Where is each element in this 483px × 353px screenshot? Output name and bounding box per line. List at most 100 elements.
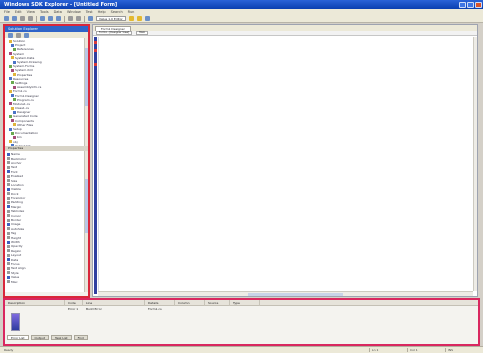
- breakpoint-marker[interactable]: [94, 63, 97, 66]
- property-icon: [7, 280, 10, 284]
- tree-scrollbar[interactable]: [84, 38, 88, 146]
- editor-canvas[interactable]: [98, 37, 472, 291]
- editor-horizontal-thumb[interactable]: [248, 293, 343, 296]
- window-title: Windows SDK Explorer - [Untitled Form]: [4, 1, 118, 8]
- tree-item-icon: [13, 123, 16, 127]
- property-label: BackColor: [11, 156, 27, 161]
- status-text: Ready: [4, 348, 14, 352]
- property-icon: [7, 152, 10, 156]
- property-label: Misc: [11, 279, 18, 284]
- tree-item-icon: [11, 144, 14, 146]
- property-label: Size: [11, 178, 18, 183]
- view-code-icon[interactable]: [24, 32, 29, 38]
- property-label: Image: [11, 222, 21, 227]
- property-icon: [7, 174, 10, 178]
- property-row[interactable]: Misc: [7, 279, 88, 284]
- property-label: Margin: [11, 204, 22, 209]
- column-header[interactable]: Code: [65, 299, 83, 306]
- property-icon: [7, 258, 10, 262]
- show-all-files-icon[interactable]: [16, 32, 21, 38]
- save-icon[interactable]: [20, 16, 25, 21]
- tree-list: Solution Project References System System.Da…: [7, 39, 88, 146]
- property-label: Cursor: [11, 213, 21, 218]
- solution-config-combo[interactable]: Value 1.0 Editor: [96, 16, 126, 21]
- paste-icon[interactable]: [56, 16, 61, 21]
- property-icon: [7, 205, 10, 209]
- type-selector[interactable]: Form1 - [Designer View]: [96, 31, 133, 35]
- tree-item-icon: [11, 43, 14, 47]
- copy-icon[interactable]: [48, 16, 53, 21]
- status-bar: Ready Ln 1 Col 1 INS: [0, 346, 483, 353]
- property-icon: [7, 200, 10, 204]
- status-line: Ln 1: [369, 348, 407, 352]
- menu-search[interactable]: Search: [111, 10, 123, 14]
- properties-scrollbar[interactable]: [84, 151, 88, 292]
- undo-icon[interactable]: [68, 16, 73, 21]
- toolbox-icon[interactable]: [144, 16, 150, 21]
- property-icon: [7, 196, 10, 200]
- find-icon[interactable]: [128, 16, 134, 21]
- toolbar-separator: [84, 15, 85, 22]
- close-button[interactable]: [475, 1, 482, 8]
- column-header[interactable]: Details: [145, 299, 175, 306]
- menu-test[interactable]: Test: [86, 10, 93, 14]
- tab-find[interactable]: Find: [73, 335, 88, 340]
- property-icon: [7, 218, 10, 222]
- property-label: Location: [11, 182, 24, 187]
- tree-item[interactable]: Output.txt: [7, 144, 88, 146]
- breakpoint-marker[interactable]: [94, 49, 97, 52]
- open-folder-icon[interactable]: [12, 16, 17, 21]
- output-row[interactable]: Error 1 Build Error Form1.cs: [5, 306, 478, 311]
- tree-item-icon: [9, 114, 12, 118]
- column-header[interactable]: Source: [205, 299, 230, 306]
- menu-window[interactable]: Window: [67, 10, 81, 14]
- play-icon[interactable]: [88, 16, 93, 21]
- menu-run[interactable]: Run: [128, 10, 135, 14]
- property-icon: [7, 183, 10, 187]
- tab-output[interactable]: Output: [30, 335, 49, 340]
- output-cell: Error 1: [68, 306, 79, 311]
- properties-scroll-thumb[interactable]: [85, 179, 88, 233]
- save-all-icon[interactable]: [28, 16, 33, 21]
- tree-item-icon: [13, 73, 16, 77]
- editor-gutter: [94, 37, 97, 294]
- tree-item-icon: [13, 47, 16, 51]
- tree-item-icon: [9, 77, 12, 81]
- new-file-icon[interactable]: [4, 16, 9, 21]
- editor-horizontal-scrollbar[interactable]: [98, 291, 473, 296]
- column-header[interactable]: Type: [230, 299, 260, 306]
- editor-vertical-scrollbar[interactable]: [473, 37, 477, 291]
- column-header[interactable]: Description: [5, 299, 65, 306]
- tab-error-list[interactable]: Error List: [7, 335, 29, 340]
- menu-edit[interactable]: Edit: [15, 10, 22, 14]
- property-label: Focus: [11, 261, 20, 266]
- cut-icon[interactable]: [40, 16, 45, 21]
- menu-data[interactable]: Data: [54, 10, 62, 14]
- output-panel: Description Code Line Details Column Sou…: [3, 298, 480, 346]
- redo-icon[interactable]: [76, 16, 81, 21]
- property-label: Width: [11, 240, 20, 244]
- column-header[interactable]: Column: [175, 299, 205, 306]
- tree-item-icon: [9, 102, 12, 106]
- column-header[interactable]: Line: [83, 299, 145, 306]
- property-label: Font: [11, 169, 18, 174]
- tree-item-icon: [9, 52, 12, 56]
- property-icon: [7, 271, 10, 275]
- tab-task-list[interactable]: Task List: [50, 335, 72, 340]
- tree-item-icon: [11, 119, 14, 123]
- property-icon: [7, 227, 10, 231]
- menu-view[interactable]: View: [27, 10, 35, 14]
- maximize-button[interactable]: [467, 1, 474, 8]
- breakpoint-marker[interactable]: [94, 41, 97, 44]
- property-label: Region: [11, 248, 22, 253]
- property-icon: [7, 209, 10, 213]
- refresh-icon[interactable]: [8, 32, 13, 38]
- member-selector[interactable]: Main: [136, 31, 149, 35]
- tree-item-icon: [11, 106, 14, 110]
- minimize-button[interactable]: [459, 1, 466, 8]
- menu-help[interactable]: Help: [98, 10, 106, 14]
- properties-icon[interactable]: [136, 16, 142, 21]
- tree-scroll-thumb[interactable]: [85, 48, 88, 106]
- menu-file[interactable]: File: [4, 10, 10, 14]
- menu-tools[interactable]: Tools: [40, 10, 49, 14]
